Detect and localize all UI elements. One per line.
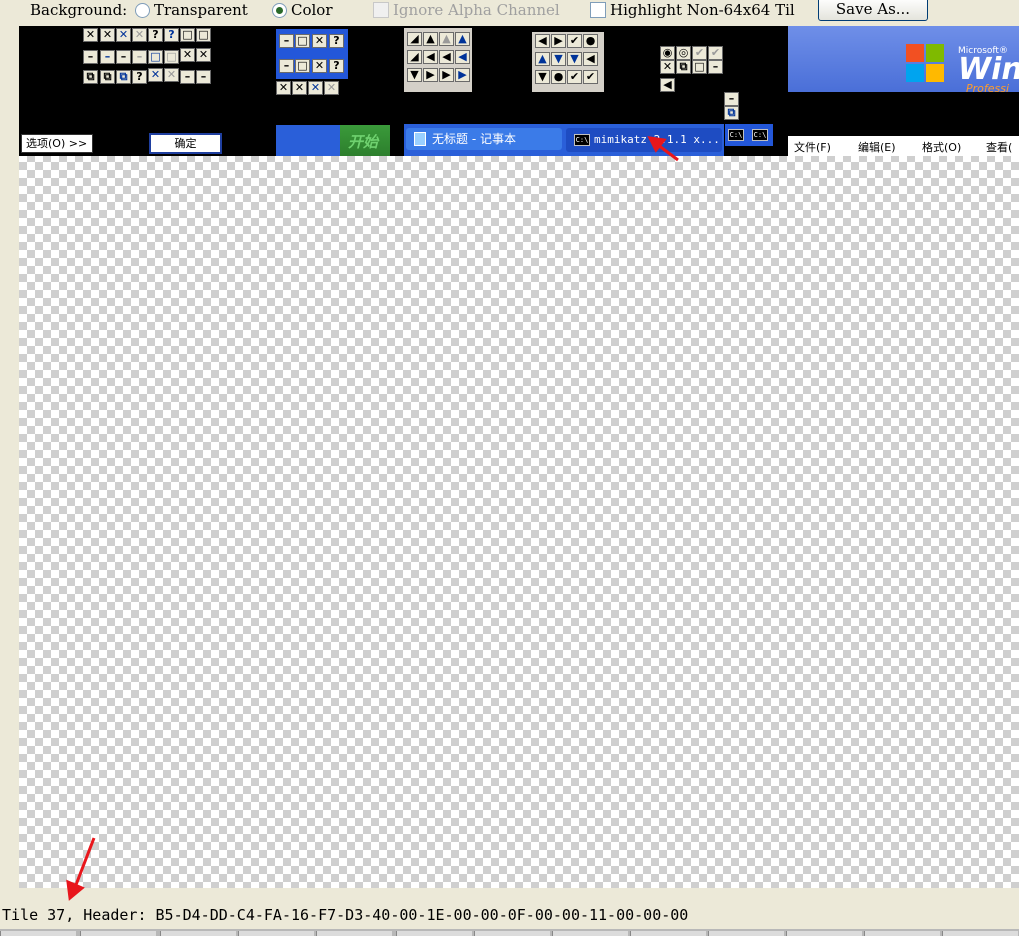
annotation-arrow-icon <box>66 837 96 901</box>
transparent-label: Transparent <box>154 1 248 19</box>
cmd-icon: C:\ <box>752 129 768 141</box>
options-button-tile: 选项(O) >> <box>21 134 93 153</box>
windows-flag-icon <box>906 44 946 84</box>
save-as-button[interactable]: Save As... <box>818 0 928 21</box>
color-radio[interactable]: Color <box>272 0 333 20</box>
radio-icon[interactable] <box>135 2 150 18</box>
windows-xp-banner: Microsoft® Wind Professi <box>788 26 1019 92</box>
ignore-alpha-checkbox: Ignore Alpha Channel <box>373 0 560 20</box>
highlight-label: Highlight Non-64x64 Til <box>610 1 795 19</box>
cmd-icon: C:\ <box>728 129 744 141</box>
transparent-radio[interactable]: Transparent <box>135 0 248 20</box>
start-button-tile: 开始 <box>276 125 390 156</box>
background-label: Background: <box>30 1 128 19</box>
menu-view: 查看( <box>986 141 1013 154</box>
toolbar: Background: Transparent Color Ignore Alp… <box>0 0 1019 24</box>
cmd-icon: C:\ <box>574 134 590 146</box>
ignore-alpha-label: Ignore Alpha Channel <box>393 1 560 19</box>
taskbar-item-notepad: 无标题 - 记事本 <box>406 128 562 150</box>
professional-label: Professi <box>966 82 1010 92</box>
notepad-menubar-tile: 文件(F) 编辑(E) 格式(O) 查看( <box>788 136 1019 156</box>
radio-selected-icon[interactable] <box>272 2 287 18</box>
annotation-arrow-icon <box>647 136 679 162</box>
menu-edit: 编辑(E) <box>858 141 896 154</box>
tile-canvas: ✕ ✕ ✕ ✕ ? ? □ □ – – – – □ □ ✕ ✕ ⧉ ⧉ ⧉ ? … <box>19 26 1019 888</box>
checkbox-icon[interactable] <box>590 2 606 18</box>
start-label: 开始 <box>348 133 379 151</box>
highlight-checkbox[interactable]: Highlight Non-64x64 Til <box>590 0 795 20</box>
status-text: Tile 37, Header: B5-D4-DD-C4-FA-16-F7-D3… <box>2 906 689 924</box>
color-label: Color <box>291 1 333 19</box>
notepad-icon <box>414 132 426 146</box>
checkbox-icon <box>373 2 389 18</box>
taskbar-item-notepad-label: 无标题 - 记事本 <box>432 132 516 146</box>
menu-format: 格式(O) <box>922 141 962 154</box>
tile-strip: ✕ ✕ ✕ ✕ ? ? □ □ – – – – □ □ ✕ ✕ ⧉ ⧉ ⧉ ? … <box>19 26 1019 156</box>
status-bar: Tile 37, Header: B5-D4-DD-C4-FA-16-F7-D3… <box>0 902 1019 928</box>
windows-taskbar-strip <box>0 929 1019 936</box>
menu-file: 文件(F) <box>794 141 831 154</box>
ok-button-tile: 确定 <box>149 133 222 154</box>
